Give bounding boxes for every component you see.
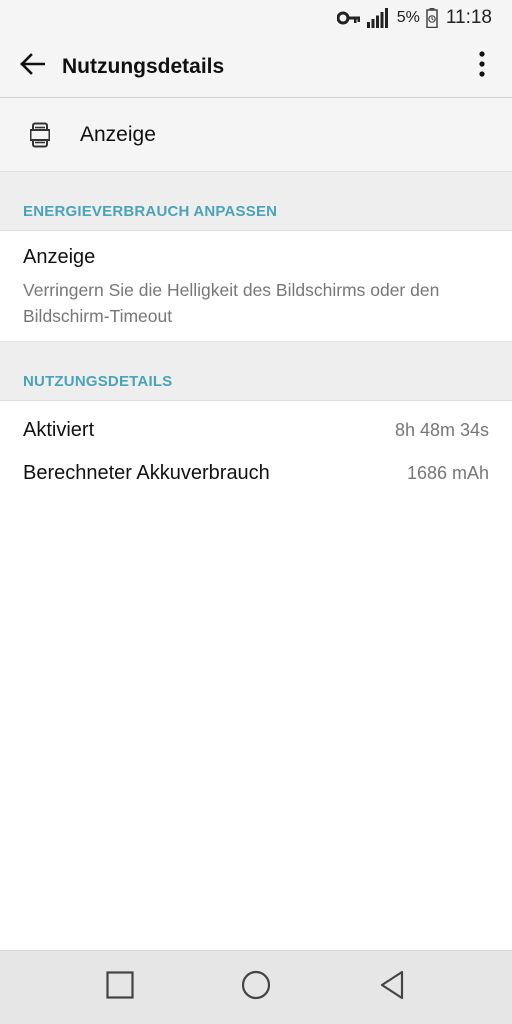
display-icon: [0, 122, 80, 148]
section-header-adjust: ENERGIEVERBRAUCH ANPASSEN: [0, 171, 512, 231]
square-recents-icon: [106, 971, 134, 1004]
home-button[interactable]: [221, 951, 291, 1024]
adjust-display-item[interactable]: Anzeige Verringern Sie die Helligkeit de…: [0, 231, 512, 341]
adjust-item-summary: Verringern Sie die Helligkeit des Bildsc…: [23, 280, 440, 326]
battery-charging-icon: [426, 8, 438, 28]
detail-row-battery-usage: Berechneter Akkuverbrauch 1686 mAh: [0, 453, 512, 493]
overflow-menu-button[interactable]: [452, 36, 512, 98]
arrow-back-icon: [19, 53, 46, 80]
navigation-bar: [0, 950, 512, 1024]
detail-row-activated: Aktiviert 8h 48m 34s: [0, 410, 512, 450]
clock: 11:18: [445, 7, 492, 28]
app-header: Anzeige: [0, 99, 512, 171]
detail-value: 8h 48m 34s: [394, 419, 489, 440]
status-bar: 5% 11:18: [0, 0, 512, 36]
circle-home-icon: [241, 970, 271, 1005]
vpn-key-icon: [336, 11, 361, 25]
toolbar: Nutzungsdetails: [0, 36, 512, 98]
section-header-usage: NUTZUNGSDETAILS: [0, 341, 512, 401]
app-name: Anzeige: [80, 123, 156, 146]
adjust-item-title: Anzeige: [23, 246, 96, 268]
triangle-back-icon: [379, 970, 405, 1005]
more-vert-icon: [479, 51, 485, 82]
signal-icon: [366, 8, 389, 28]
nav-back-button[interactable]: [357, 951, 427, 1024]
battery-percent: 5%: [396, 9, 420, 26]
recents-button[interactable]: [85, 951, 155, 1024]
page-title: Nutzungsdetails: [62, 54, 225, 78]
detail-value: 1686 mAh: [406, 462, 489, 483]
back-button[interactable]: [0, 36, 64, 98]
screen: 5% 11:18 Nutzungsdetails Anzeige ENERGIE…: [0, 0, 512, 1024]
detail-label: Berechneter Akkuverbrauch: [23, 461, 270, 484]
detail-label: Aktiviert: [23, 418, 95, 441]
